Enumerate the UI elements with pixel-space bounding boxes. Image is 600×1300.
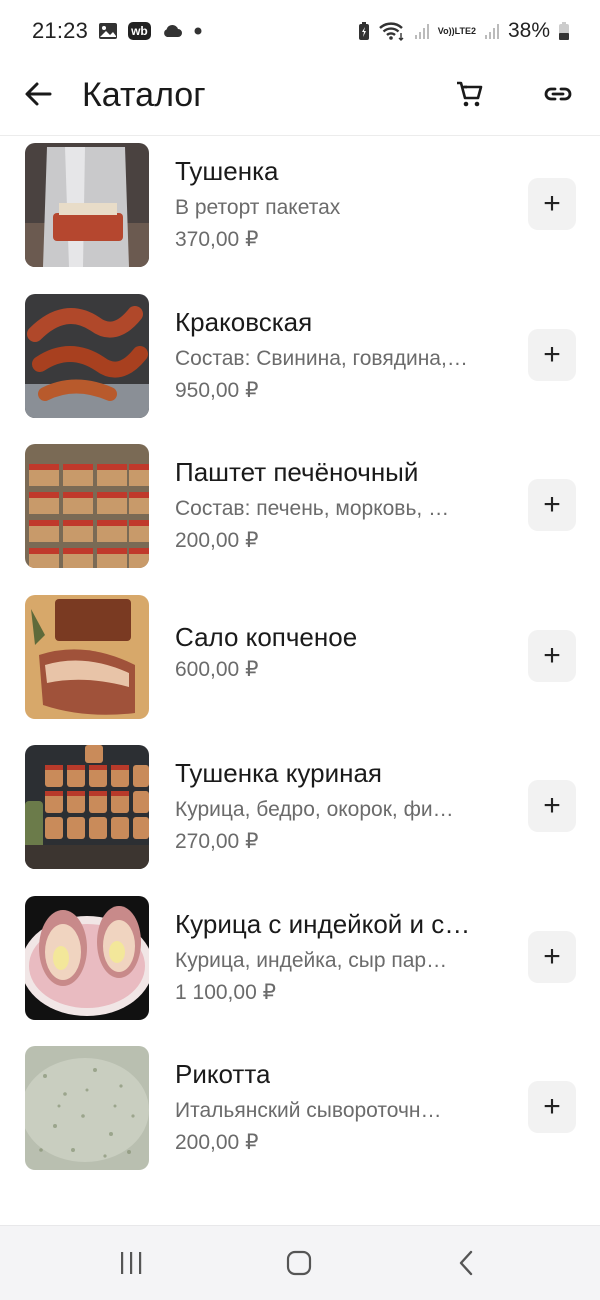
product-image[interactable] bbox=[25, 745, 149, 869]
recents-button[interactable] bbox=[111, 1243, 151, 1283]
status-right: Vo)) LTE2 38% bbox=[358, 19, 570, 43]
product-item[interactable]: Паштет печёночный Состав: печень, морков… bbox=[0, 438, 600, 589]
product-item[interactable]: Тушенка куриная Курица, бедро, окорок, ф… bbox=[0, 739, 600, 890]
add-to-cart-button[interactable]: + bbox=[528, 780, 576, 832]
product-item[interactable]: Краковская Состав: Свинина, говядина,… 9… bbox=[0, 288, 600, 439]
product-price: 950,00 ₽ bbox=[175, 378, 259, 402]
cart-button[interactable] bbox=[450, 74, 490, 114]
volte-icon: Vo)) LTE2 bbox=[437, 25, 476, 36]
add-to-cart-button[interactable]: + bbox=[528, 479, 576, 531]
back-chevron-icon bbox=[459, 1250, 473, 1276]
cloud-icon bbox=[161, 24, 183, 38]
battery-icon bbox=[558, 21, 570, 41]
system-nav-bar bbox=[0, 1225, 600, 1300]
add-to-cart-button[interactable]: + bbox=[528, 930, 576, 983]
product-title: Курица с индейкой и с… bbox=[175, 908, 471, 939]
battery-percent: 38% bbox=[507, 19, 550, 42]
product-description: В реторт пакетах bbox=[175, 196, 341, 219]
recents-icon bbox=[121, 1252, 142, 1274]
plus-icon: + bbox=[543, 789, 561, 822]
add-to-cart-button[interactable]: + bbox=[528, 1081, 576, 1133]
product-description: Состав: печень, морковь, … bbox=[175, 497, 450, 520]
product-item[interactable]: Тушенка В реторт пакетах 370,00 ₽ + bbox=[0, 137, 600, 288]
product-image[interactable] bbox=[25, 143, 149, 267]
product-price: 370,00 ₽ bbox=[175, 228, 259, 251]
plus-icon: + bbox=[543, 187, 561, 220]
home-button[interactable] bbox=[279, 1243, 319, 1283]
product-title: Тушенка куриная bbox=[175, 758, 382, 788]
battery-saver-icon bbox=[358, 21, 370, 41]
volte-label-bottom: LTE2 bbox=[454, 25, 476, 36]
product-title: Сало копченое bbox=[175, 621, 358, 652]
cart-icon bbox=[457, 81, 483, 107]
product-price: 200,00 ₽ bbox=[175, 529, 259, 552]
status-left: 21:23 wb bbox=[32, 18, 203, 44]
back-button[interactable] bbox=[18, 74, 58, 114]
product-image[interactable] bbox=[25, 293, 149, 418]
plus-icon: + bbox=[543, 488, 561, 521]
product-title: Тушенка bbox=[175, 156, 279, 186]
product-description: Состав: Свинина, говядина,… bbox=[175, 346, 468, 370]
product-image[interactable] bbox=[25, 1046, 149, 1170]
product-description: Курица, индейка, сыр пар… bbox=[175, 948, 448, 972]
share-link-button[interactable] bbox=[538, 74, 578, 114]
product-image[interactable] bbox=[25, 895, 149, 1020]
plus-icon: + bbox=[543, 939, 561, 973]
wb-app-icon: wb bbox=[128, 22, 151, 40]
arrow-left-icon bbox=[25, 82, 52, 106]
product-item[interactable]: Рикотта Итальянский сывороточн… 200,00 ₽… bbox=[0, 1040, 600, 1191]
product-image[interactable] bbox=[25, 444, 149, 568]
product-image[interactable] bbox=[25, 594, 149, 719]
product-price: 1 100,00 ₽ bbox=[175, 980, 276, 1004]
add-to-cart-button[interactable]: + bbox=[528, 629, 576, 682]
notification-dot-icon bbox=[193, 26, 203, 36]
product-title: Паштет печёночный bbox=[175, 457, 419, 487]
signal-1-icon bbox=[414, 22, 430, 40]
home-icon bbox=[286, 1250, 312, 1276]
product-price: 200,00 ₽ bbox=[175, 1131, 259, 1154]
product-title: Краковская bbox=[175, 306, 313, 337]
status-time: 21:23 bbox=[32, 18, 89, 43]
page-title: Каталог bbox=[82, 76, 206, 114]
nav-back-button[interactable] bbox=[447, 1243, 487, 1283]
add-to-cart-button[interactable]: + bbox=[528, 328, 576, 381]
link-icon bbox=[544, 87, 572, 101]
volte-label-top: Vo)) bbox=[437, 25, 455, 36]
product-list: Тушенка В реторт пакетах 370,00 ₽ + Крак… bbox=[0, 137, 600, 1191]
product-price: 600,00 ₽ bbox=[175, 657, 259, 681]
add-to-cart-button[interactable]: + bbox=[528, 178, 576, 230]
app-bar: Каталог bbox=[0, 62, 600, 136]
signal-2-icon bbox=[484, 22, 500, 40]
product-item[interactable]: Курица с индейкой и с… Курица, индейка, … bbox=[0, 890, 600, 1041]
product-price: 270,00 ₽ bbox=[175, 830, 259, 853]
plus-icon: + bbox=[543, 1090, 561, 1123]
plus-icon: + bbox=[543, 337, 561, 371]
status-bar: 21:23 wb Vo)) LTE2 38% bbox=[0, 0, 600, 62]
product-description: Курица, бедро, окорок, фи… bbox=[175, 798, 454, 821]
product-description: Итальянский сывороточн… bbox=[175, 1099, 442, 1122]
gallery-icon bbox=[98, 22, 118, 40]
wifi-icon bbox=[378, 21, 406, 41]
plus-icon: + bbox=[543, 638, 561, 672]
product-title: Рикотта bbox=[175, 1059, 271, 1089]
product-item[interactable]: Сало копченое 600,00 ₽ + bbox=[0, 589, 600, 740]
